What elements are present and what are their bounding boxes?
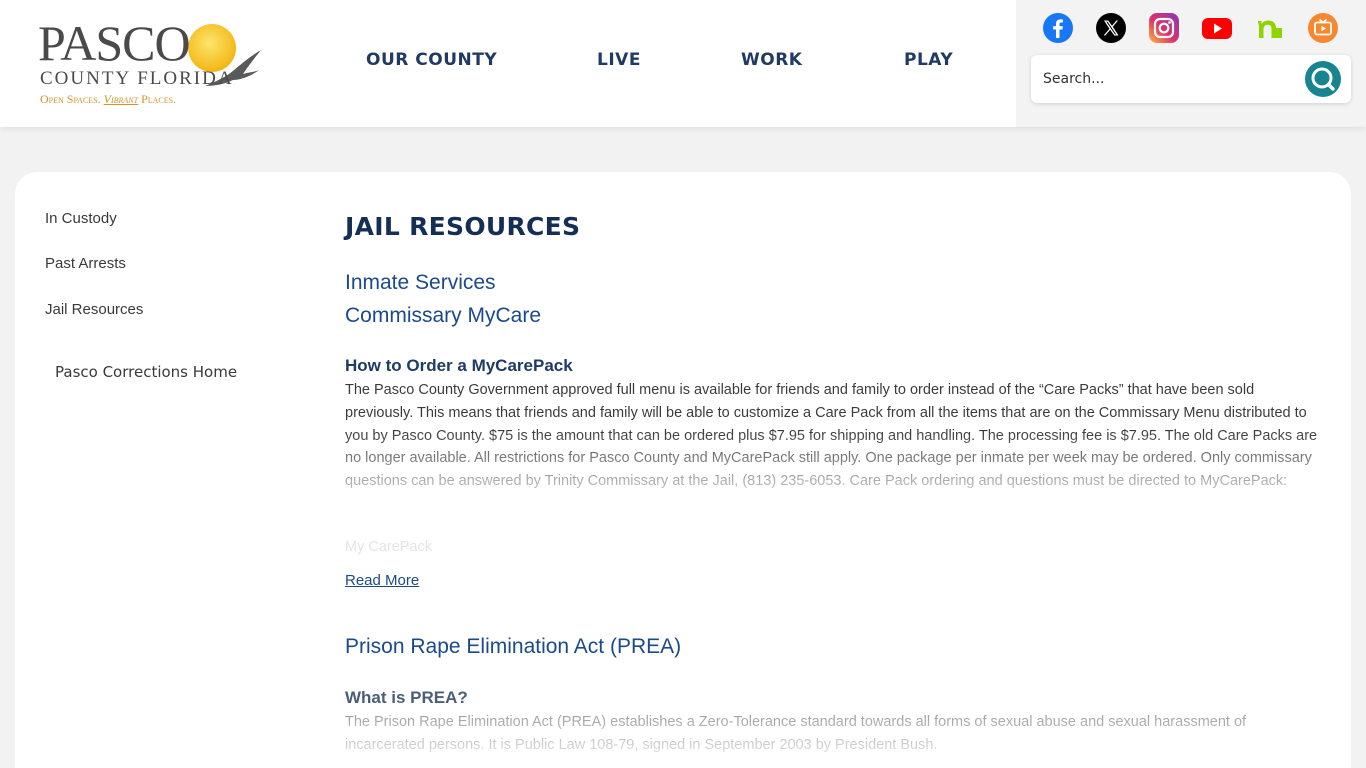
search-box [1031, 55, 1351, 103]
nextdoor-icon[interactable] [1254, 12, 1286, 44]
tagline-part3: Places. [141, 92, 177, 106]
nav-work[interactable]: WORK [741, 50, 802, 70]
nav-live[interactable]: LIVE [597, 50, 641, 70]
youtube-icon[interactable] [1201, 12, 1233, 44]
tv-icon[interactable] [1307, 12, 1339, 44]
prea-description: The Prison Rape Elimination Act (PREA) e… [345, 711, 1320, 757]
sidebar-item-past-arrests[interactable]: Past Arrests [45, 255, 126, 272]
tagline-part2: Vibrant [103, 92, 139, 106]
logo-tagline: Open Spaces. Vibrant Places. [40, 92, 176, 107]
instagram-icon[interactable] [1148, 12, 1180, 44]
nav-play[interactable]: PLAY [904, 50, 953, 70]
mycarepack-description: The Pasco County Government approved ful… [345, 379, 1320, 493]
pasco-county-logo[interactable]: PASCO COUNTY FLORIDA Open Spaces. Vibran… [38, 18, 268, 110]
logo-subtitle: COUNTY FLORIDA [40, 68, 234, 89]
facebook-icon[interactable] [1042, 12, 1074, 44]
sidebar-item-jail-resources[interactable]: Jail Resources [45, 301, 143, 318]
search-button[interactable] [1305, 61, 1341, 97]
inmate-services-link[interactable]: Inmate Services [345, 271, 496, 295]
search-icon [1311, 67, 1335, 91]
read-more-link[interactable]: Read More [345, 572, 419, 589]
section-heading-what-is-prea: What is PREA? [345, 688, 468, 707]
logo-title: PASCO [38, 15, 191, 71]
mycarepack-faint-line: My CarePack [345, 539, 433, 555]
site-header: PASCO COUNTY FLORIDA Open Spaces. Vibran… [0, 0, 1366, 127]
nav-our-county[interactable]: OUR COUNTY [366, 50, 497, 70]
content-card: In Custody Past Arrests Jail Resources P… [15, 172, 1351, 768]
sidebar-home-link[interactable]: Pasco Corrections Home [55, 363, 237, 381]
sidebar-item-in-custody[interactable]: In Custody [45, 210, 117, 227]
section-heading-mycarepack: How to Order a MyCarePack [345, 356, 573, 375]
prea-section-title[interactable]: Prison Rape Elimination Act (PREA) [345, 635, 681, 659]
x-twitter-icon[interactable] [1095, 12, 1127, 44]
page-title: JAIL RESOURCES [345, 212, 581, 241]
search-input[interactable] [1043, 67, 1293, 91]
tagline-part1: Open Spaces. [40, 92, 101, 106]
commissary-mycare-link[interactable]: Commissary MyCare [345, 304, 541, 328]
